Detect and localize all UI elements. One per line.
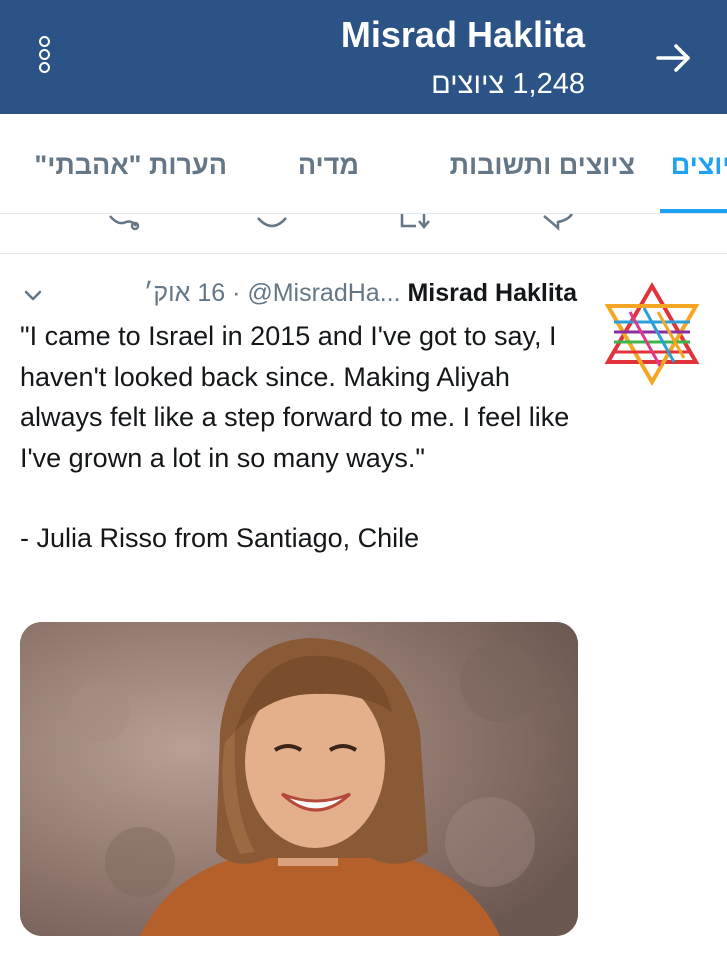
tweet-count: 1,248 ציוצים — [431, 68, 585, 100]
tweet-header: 16 אוק׳ · @MisradHa... Misrad Haklita — [144, 279, 577, 308]
arrow-right-icon[interactable] — [652, 36, 696, 80]
tab-tweets-replies[interactable]: ציוצים ותשובות — [450, 150, 635, 181]
tab-media[interactable]: מדיה — [298, 150, 359, 181]
like-icon[interactable] — [252, 214, 292, 234]
reply-icon[interactable] — [538, 214, 578, 234]
tab-likes[interactable]: הערות "אהבתי" — [34, 150, 227, 181]
previous-tweet-actions — [0, 214, 727, 254]
portrait-image — [20, 622, 578, 936]
avatar[interactable] — [600, 282, 704, 386]
separator: · — [225, 279, 248, 307]
chevron-down-icon[interactable] — [22, 284, 44, 306]
tweet-paragraph: - Julia Risso from Santiago, Chile — [20, 523, 420, 553]
tweet-author[interactable]: Misrad Haklita — [407, 279, 577, 307]
profile-name: Misrad Haklita — [340, 14, 585, 55]
profile-header: Misrad Haklita 1,248 ציוצים — [0, 0, 727, 114]
tab-tweets[interactable]: ציוצים — [671, 150, 727, 181]
tweet-paragraph: "I came to Israel in 2015 and I've got t… — [20, 321, 570, 473]
tweet-photo[interactable] — [20, 622, 578, 936]
tweet-date[interactable]: 16 אוק׳ — [144, 279, 225, 307]
profile-tabs: הערות "אהבתי" מדיה ציוצים ותשובות ציוצים — [0, 114, 727, 214]
tweet-handle[interactable]: @MisradHa... — [247, 279, 400, 307]
tweet-text: "I came to Israel in 2015 and I've got t… — [20, 316, 580, 559]
retweet-icon[interactable] — [396, 214, 436, 234]
more-options-icon[interactable] — [36, 36, 52, 80]
share-icon[interactable] — [104, 214, 144, 234]
tweet-card[interactable]: 16 אוק׳ · @MisradHa... Misrad Haklita "I… — [0, 254, 727, 960]
